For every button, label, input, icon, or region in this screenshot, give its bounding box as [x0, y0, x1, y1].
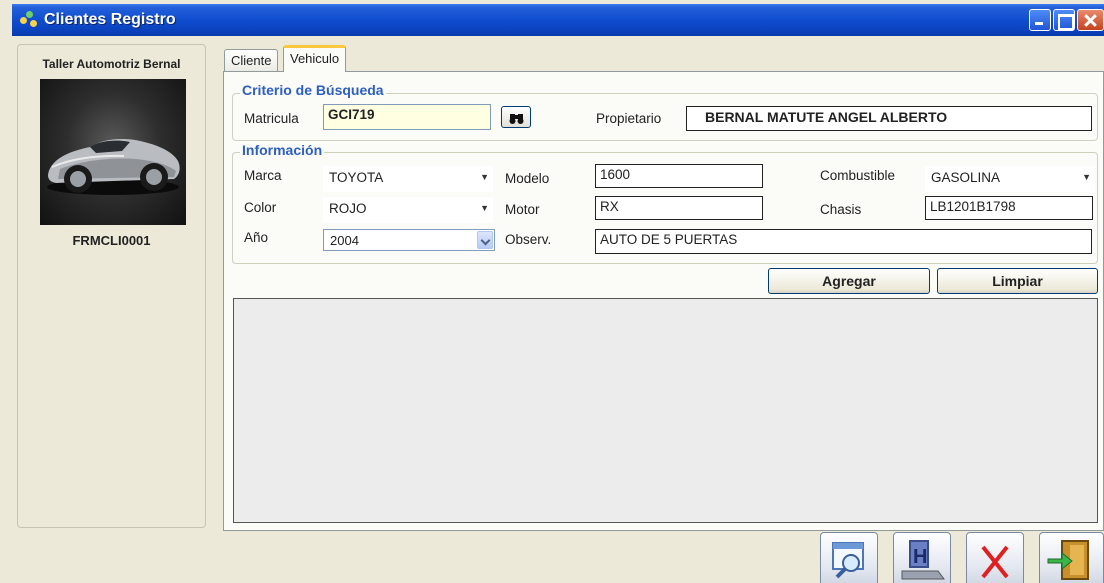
search-document-button[interactable]: [820, 532, 878, 583]
dropdown-arrow-icon: ▼: [480, 172, 489, 182]
observ-label: Observ.: [505, 232, 552, 247]
chasis-field[interactable]: LB1201B1798: [925, 196, 1093, 220]
tab-vehiculo[interactable]: Vehiculo: [283, 45, 347, 72]
maximize-button[interactable]: [1053, 9, 1075, 31]
modelo-label: Modelo: [505, 171, 550, 186]
window-title: Clientes Registro: [44, 11, 176, 28]
exit-icon: [1047, 540, 1089, 580]
marca-value: TOYOTA: [329, 170, 384, 185]
svg-text:H: H: [913, 546, 927, 568]
anio-value: 2004: [330, 233, 359, 248]
marca-label: Marca: [244, 168, 282, 183]
dropdown-arrow-icon: ▼: [1082, 172, 1091, 182]
informacion-group-title: Información: [240, 142, 325, 158]
busqueda-group-title: Criterio de Búsqueda: [240, 82, 386, 98]
anio-label: Año: [244, 230, 269, 245]
matricula-field[interactable]: GCI719: [323, 104, 491, 130]
color-value: ROJO: [329, 201, 367, 216]
anio-select[interactable]: 2004: [323, 229, 495, 251]
combustible-select[interactable]: GASOLINA ▼: [925, 166, 1095, 192]
combustible-value: GASOLINA: [931, 170, 1001, 185]
motor-label: Motor: [505, 202, 540, 217]
exit-button[interactable]: [1039, 532, 1104, 583]
tab-cliente[interactable]: Cliente: [224, 49, 279, 71]
binoculars-icon: [509, 114, 524, 124]
dropdown-arrow-icon: ▼: [480, 203, 489, 213]
combustible-label: Combustible: [820, 168, 896, 183]
close-button[interactable]: [1077, 9, 1104, 31]
color-label: Color: [244, 200, 277, 215]
save-button[interactable]: H: [893, 532, 951, 583]
color-select[interactable]: ROJO ▼: [323, 197, 493, 223]
car-photo: [40, 79, 186, 225]
matricula-label: Matricula: [244, 111, 299, 126]
company-name: Taller Automotriz Bernal: [42, 57, 181, 71]
search-document-icon: [832, 542, 864, 579]
delete-button[interactable]: [966, 532, 1024, 583]
minimize-button[interactable]: [1029, 9, 1051, 31]
chasis-label: Chasis: [820, 202, 862, 217]
marca-select[interactable]: TOYOTA ▼: [323, 166, 493, 192]
observ-field[interactable]: AUTO DE 5 PUERTAS: [595, 229, 1092, 254]
motor-field[interactable]: RX: [595, 196, 763, 220]
delete-icon: [981, 545, 1009, 579]
limpiar-button[interactable]: Limpiar: [937, 268, 1098, 294]
chevron-down-icon[interactable]: [477, 231, 493, 249]
search-button[interactable]: [501, 106, 531, 128]
vehicle-grid[interactable]: [233, 298, 1098, 523]
app-icon: [20, 11, 38, 29]
form-code: FRMCLI0001: [72, 233, 151, 248]
save-icon: H: [901, 540, 945, 580]
modelo-field[interactable]: 1600: [595, 164, 763, 188]
left-panel: Taller Automotriz Bernal FRMCLI0001: [17, 44, 206, 528]
propietario-label: Propietario: [596, 111, 662, 126]
title-bar[interactable]: Clientes Registro: [12, 4, 1104, 36]
propietario-field[interactable]: BERNAL MATUTE ANGEL ALBERTO: [686, 106, 1092, 131]
agregar-button[interactable]: Agregar: [768, 268, 930, 294]
